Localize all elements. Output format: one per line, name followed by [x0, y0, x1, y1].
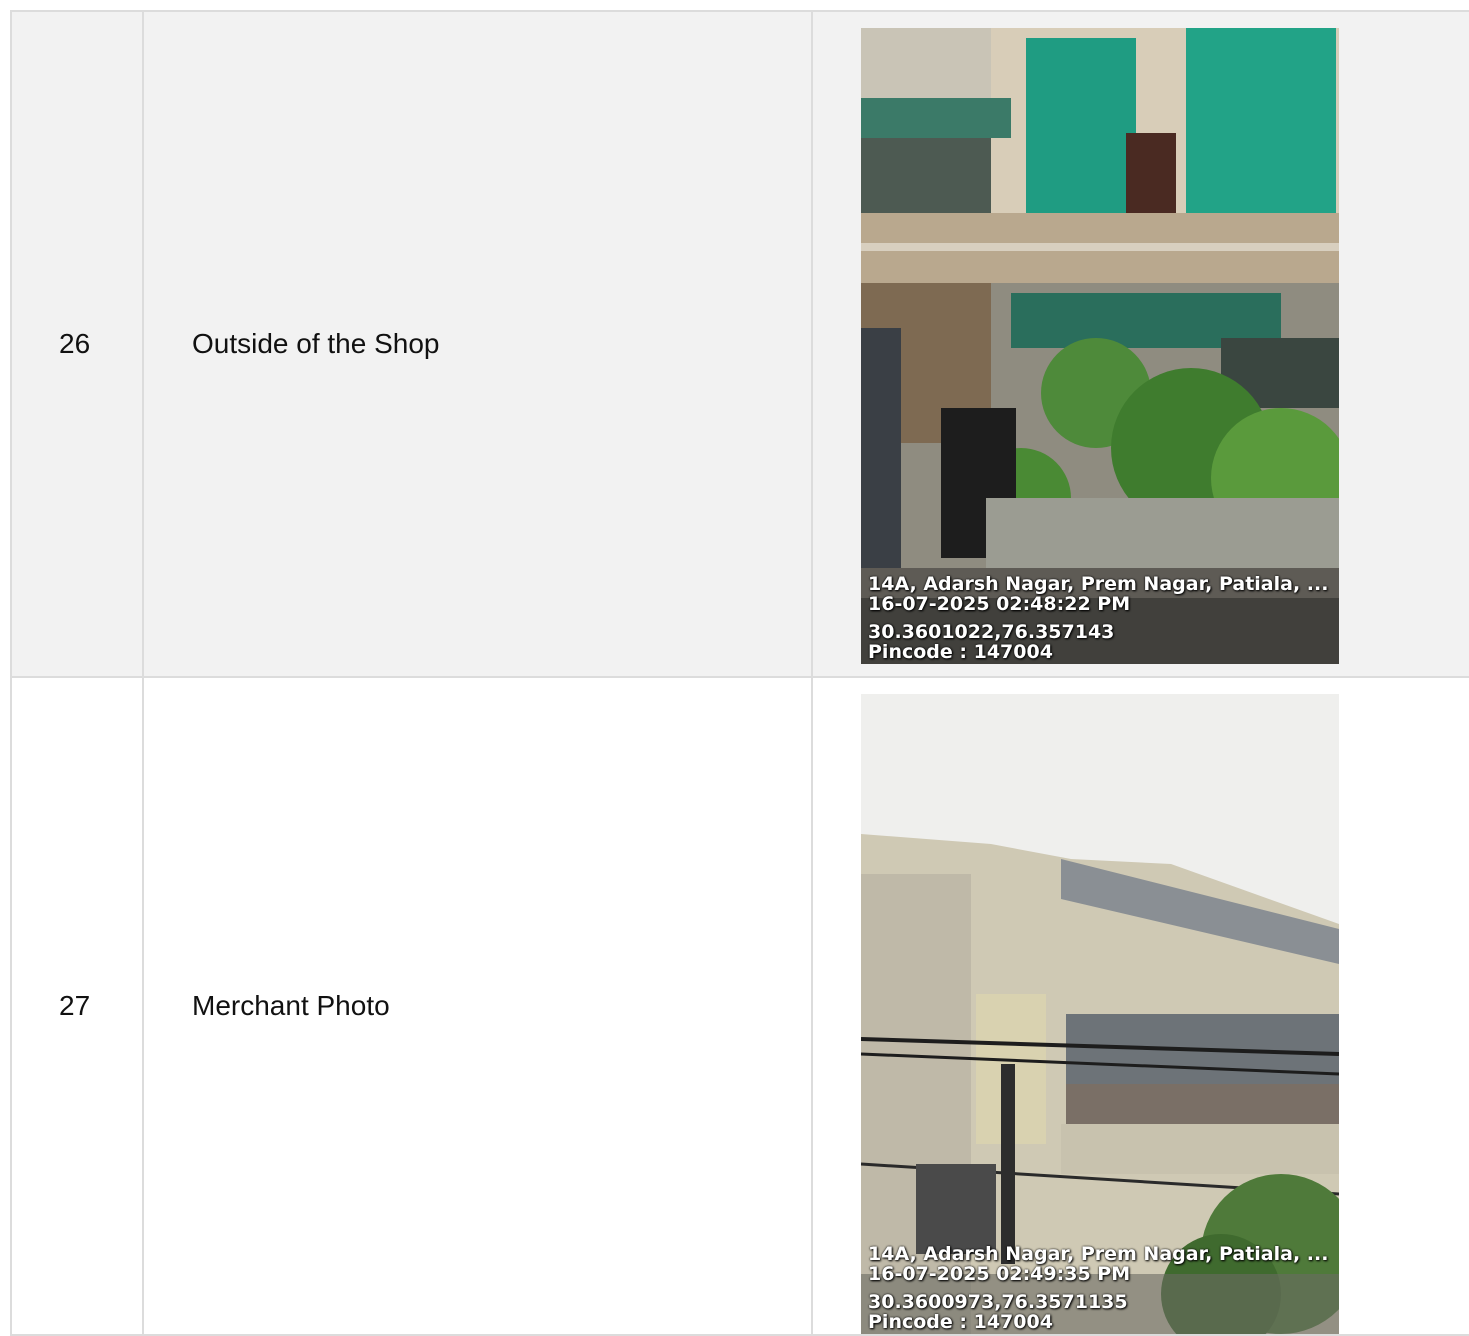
row-number-cell: 26: [10, 10, 144, 678]
geotag-pincode: Pincode : 147004: [868, 641, 1053, 663]
geotag-datetime: 16-07-2025 02:48:22 PM: [868, 593, 1131, 615]
photo-report-table: 26 Outside of the Shop 14A, Adarsh Nagar…: [10, 10, 1469, 1336]
row-label: Outside of the Shop: [192, 328, 440, 359]
geotag-datetime: 16-07-2025 02:49:35 PM: [868, 1263, 1131, 1285]
table-row: 27 Merchant Photo 14A, Adarsh Nagar, Pre…: [10, 676, 1469, 1336]
row-label-cell: Outside of the Shop: [142, 10, 813, 678]
row-photo-cell: 14A, Adarsh Nagar, Prem Nagar, Patiala, …: [811, 676, 1469, 1336]
row-label-cell: Merchant Photo: [142, 676, 813, 1336]
row-label: Merchant Photo: [192, 990, 390, 1021]
table-row: 26 Outside of the Shop 14A, Adarsh Nagar…: [10, 10, 1469, 678]
geotag-address: 14A, Adarsh Nagar, Prem Nagar, Patiala, …: [868, 573, 1329, 595]
row-number: 27: [59, 990, 91, 1021]
row-photo-cell: 14A, Adarsh Nagar, Prem Nagar, Patiala, …: [811, 10, 1469, 678]
merchant-photo[interactable]: 14A, Adarsh Nagar, Prem Nagar, Patiala, …: [861, 694, 1339, 1334]
photo-geotag-overlay: 14A, Adarsh Nagar, Prem Nagar, Patiala, …: [868, 574, 1328, 662]
shop-outside-photo[interactable]: 14A, Adarsh Nagar, Prem Nagar, Patiala, …: [861, 28, 1339, 664]
row-number: 26: [59, 328, 91, 359]
geotag-address: 14A, Adarsh Nagar, Prem Nagar, Patiala, …: [868, 1243, 1329, 1265]
row-number-cell: 27: [10, 676, 144, 1336]
geotag-coordinates: 30.3601022,76.357143: [868, 621, 1115, 643]
building-photo-image: [861, 28, 1339, 664]
merchant-building-image: [861, 694, 1339, 1334]
geotag-coordinates: 30.3600973,76.3571135: [868, 1291, 1128, 1313]
report-table-wrapper: 26 Outside of the Shop 14A, Adarsh Nagar…: [10, 10, 1469, 1336]
photo-geotag-overlay: 14A, Adarsh Nagar, Prem Nagar, Patiala, …: [868, 1244, 1328, 1332]
geotag-pincode: Pincode : 147004: [868, 1311, 1053, 1333]
